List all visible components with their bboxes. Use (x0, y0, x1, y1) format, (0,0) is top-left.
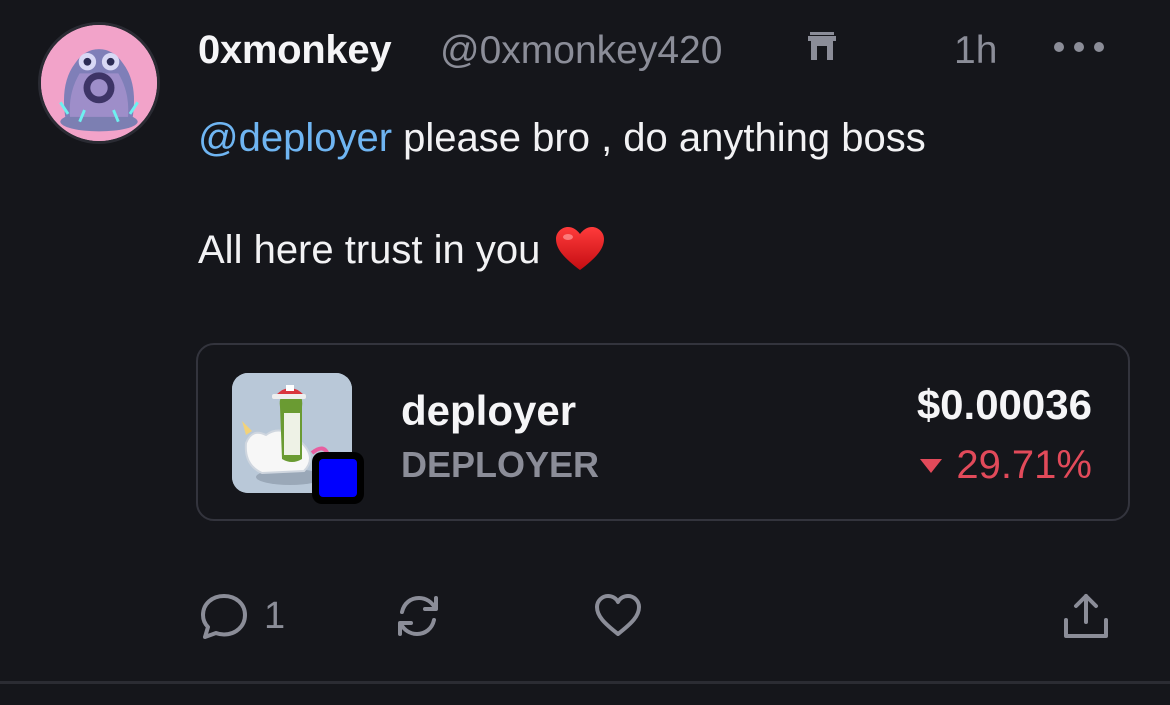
heart-outline-icon (595, 594, 641, 636)
post: 0xmonkey @0xmonkey420 1h @deployer pleas… (0, 0, 1170, 705)
author-display-name[interactable]: 0xmonkey (198, 28, 392, 73)
mention-link[interactable]: @deployer (198, 116, 392, 160)
comment-icon (201, 594, 247, 639)
token-symbol: DEPLOYER (401, 444, 600, 485)
repost-icon (398, 595, 438, 637)
gate-icon (808, 32, 836, 60)
monster-avatar-icon (41, 25, 157, 141)
author-avatar[interactable] (38, 22, 160, 144)
share-icon (1064, 594, 1108, 638)
reply-count: 1 (264, 594, 286, 637)
more-horizontal-icon[interactable] (1053, 38, 1105, 56)
post-header: 0xmonkey @0xmonkey420 1h (198, 24, 1118, 76)
post-time: 1h (954, 29, 998, 72)
token-change-value: 29.71% (956, 443, 1092, 487)
token-card[interactable]: deployer DEPLOYER $0.00036 29.71% (196, 343, 1130, 521)
post-body-line1: @deployer please bro , do anything boss (198, 112, 926, 164)
like-button[interactable] (592, 588, 644, 644)
token-price: $0.00036 (916, 381, 1092, 428)
repost-button[interactable] (392, 588, 444, 644)
divider (0, 681, 1170, 684)
token-name: deployer (401, 387, 577, 434)
reply-button[interactable]: 1 (198, 588, 285, 644)
post-body-line2: All here trust in you (198, 224, 606, 276)
red-heart-emoji-icon (556, 227, 605, 270)
token-price-change: 29.71% (920, 443, 1092, 488)
triangle-down-icon (920, 458, 943, 473)
post-body-text: please bro , do anything boss (392, 116, 926, 160)
share-button[interactable] (1060, 588, 1112, 644)
post-actions: 1 (198, 588, 1118, 644)
post-body-line2-text: All here trust in you (198, 228, 541, 272)
chain-badge (312, 452, 364, 504)
author-handle[interactable]: @0xmonkey420 (440, 29, 722, 73)
